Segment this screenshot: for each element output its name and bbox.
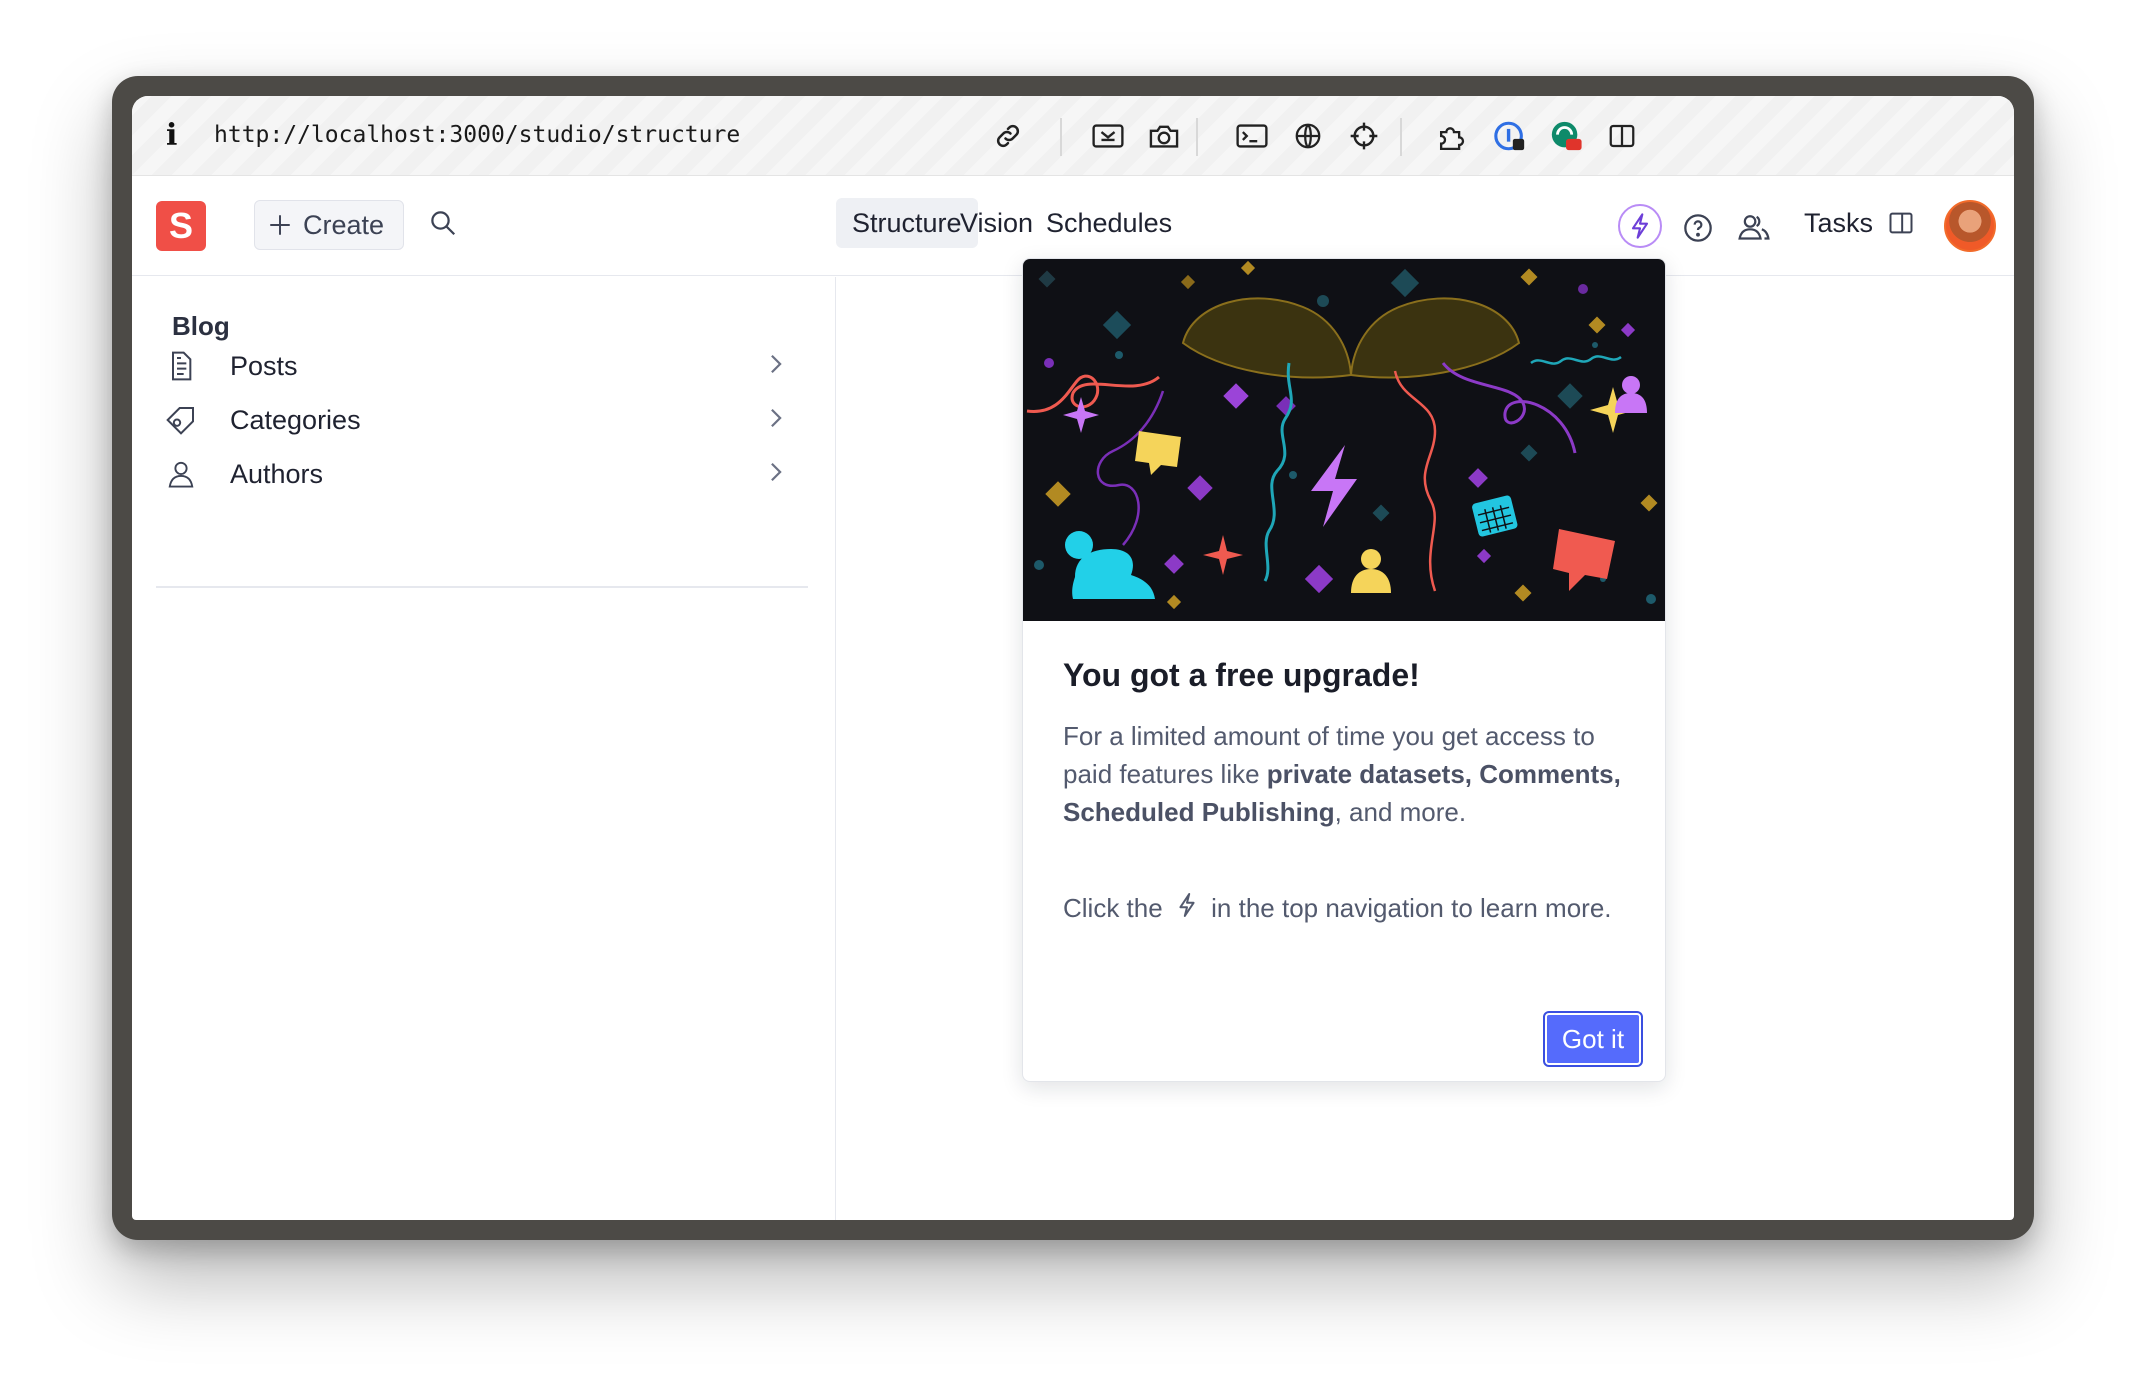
presence-icon[interactable]	[1732, 206, 1776, 250]
address-bar[interactable]: http://localhost:3000/studio/structure	[214, 122, 740, 148]
browser-window: i http://localhost:3000/studio/structure	[112, 76, 2034, 1240]
sidebar-item-authors[interactable]: Authors	[156, 444, 808, 504]
sidebar-item-categories[interactable]: Categories	[156, 390, 808, 450]
got-it-button[interactable]: Got it	[1543, 1011, 1643, 1067]
dialog-text: Click the	[1063, 893, 1170, 923]
plus-icon	[270, 215, 290, 235]
upgrade-bolt-icon[interactable]	[1618, 204, 1662, 248]
sidebar-divider	[156, 586, 808, 588]
link-icon[interactable]	[988, 116, 1028, 156]
browser-viewport: i http://localhost:3000/studio/structure	[132, 96, 2014, 1220]
dialog-body-hint: Click the in the top navigation to learn…	[1063, 889, 1623, 930]
sidebar-item-posts[interactable]: Posts	[156, 336, 808, 396]
camera-icon[interactable]	[1144, 116, 1184, 156]
crosshair-icon[interactable]	[1344, 116, 1384, 156]
celebration-illustration	[1023, 259, 1665, 621]
chevron-right-icon	[768, 461, 784, 488]
globe-icon[interactable]	[1288, 116, 1328, 156]
dialog-text: , and more.	[1334, 797, 1467, 827]
browser-toolbar: i http://localhost:3000/studio/structure	[132, 96, 2014, 176]
tasks-button[interactable]: Tasks	[1804, 198, 1915, 248]
create-button[interactable]: Create	[254, 200, 404, 250]
tag-icon	[156, 405, 206, 435]
sidebar-item-label: Categories	[230, 404, 361, 435]
search-icon[interactable]	[428, 208, 468, 248]
free-upgrade-dialog: You got a free upgrade! For a limited am…	[1022, 258, 1666, 1082]
toolbar-separator	[1196, 118, 1198, 156]
user-icon	[156, 459, 206, 489]
screenshot-area-icon[interactable]	[1088, 116, 1128, 156]
bolt-icon	[1176, 890, 1198, 930]
password-manager-icon[interactable]	[1490, 116, 1530, 156]
site-info-icon[interactable]: i	[166, 118, 177, 153]
sidebar-item-label: Authors	[230, 458, 324, 489]
dialog-text: in the top navigation to learn more.	[1203, 893, 1612, 923]
terminal-icon[interactable]	[1232, 116, 1272, 156]
user-avatar[interactable]	[1944, 200, 1996, 252]
dialog-title: You got a free upgrade!	[1063, 657, 1420, 693]
chevron-right-icon	[768, 353, 784, 380]
tab-schedules[interactable]: Schedules	[1030, 198, 1188, 248]
sidebar-item-label: Posts	[230, 350, 298, 381]
toolbar-separator	[1060, 118, 1062, 156]
tasks-label: Tasks	[1804, 207, 1874, 238]
chevron-right-icon	[768, 407, 784, 434]
help-icon[interactable]	[1676, 206, 1720, 250]
sidebar-toggle-icon[interactable]	[1602, 116, 1642, 156]
grammar-extension-icon[interactable]	[1546, 116, 1586, 156]
toolbar-separator	[1400, 118, 1402, 156]
create-button-label: Create	[303, 209, 385, 240]
studio-logo[interactable]: S	[156, 201, 206, 251]
dialog-body-features: For a limited amount of time you get acc…	[1063, 717, 1623, 831]
panel-icon	[1889, 212, 1913, 234]
extensions-icon[interactable]	[1434, 116, 1474, 156]
document-icon	[156, 350, 206, 382]
structure-pane: Blog Posts Categories Authors	[132, 277, 836, 1220]
